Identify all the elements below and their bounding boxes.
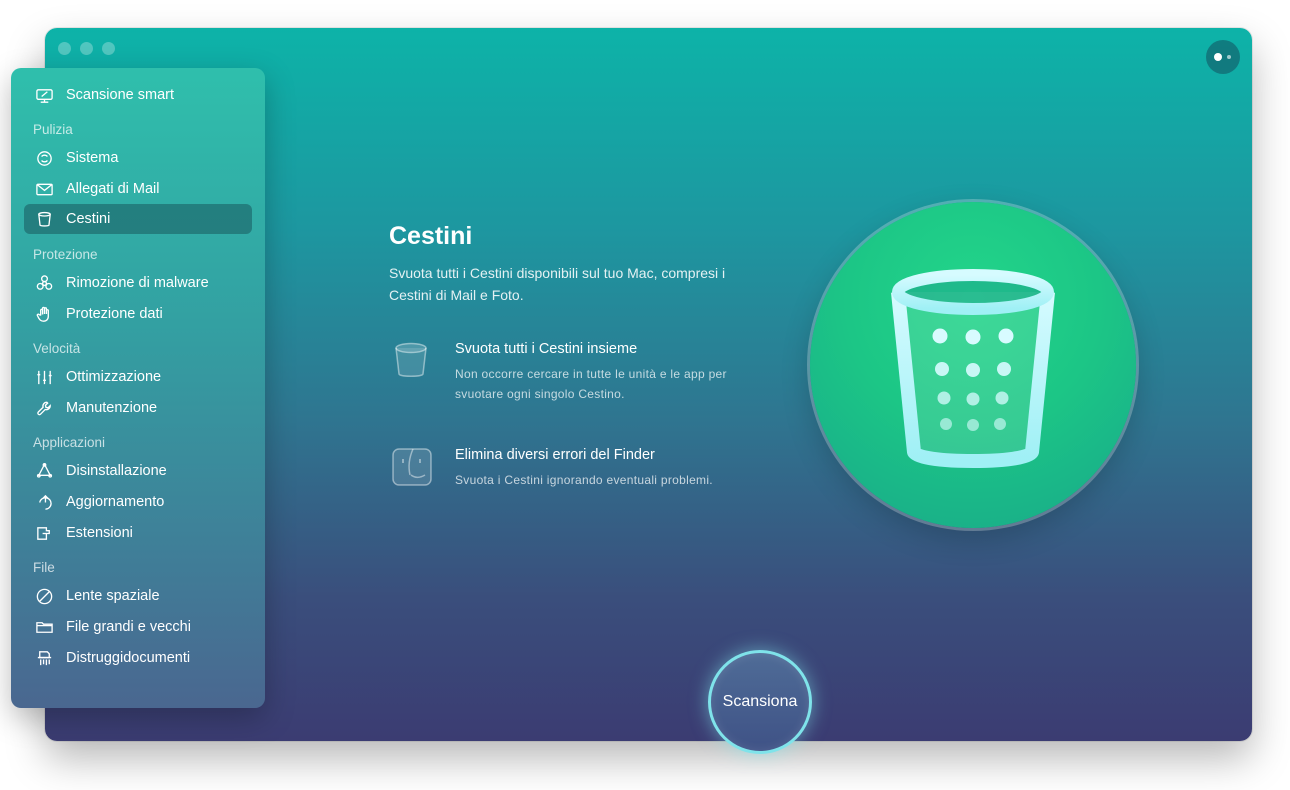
biohazard-icon — [33, 272, 55, 294]
trash-icon — [33, 208, 55, 230]
feature-title: Svuota tutti i Cestini insieme — [455, 341, 638, 357]
sidebar-item-uninstaller[interactable]: Disinstallazione — [24, 456, 252, 486]
trash-icon — [891, 269, 1055, 468]
sidebar-item-label: Ottimizzazione — [66, 369, 162, 385]
sliders-icon — [33, 366, 55, 388]
sidebar-item-malware-removal[interactable]: Rimozione di malware — [24, 268, 252, 298]
sidebar-item-space-lens[interactable]: Lente spaziale — [24, 581, 252, 611]
minimize-window-button[interactable] — [80, 42, 93, 55]
sidebar-item-updater[interactable]: Aggiornamento — [24, 487, 252, 517]
window-controls — [58, 42, 115, 55]
sidebar-item-system[interactable]: Sistema — [24, 143, 252, 173]
system-icon — [33, 147, 55, 169]
sidebar-item-label: Cestini — [66, 211, 111, 227]
section-title-applications: Applicazioni — [33, 435, 106, 450]
sidebar-item-label: Lente spaziale — [66, 588, 160, 604]
trash-icon — [391, 339, 433, 381]
page-description: Svuota tutti i Cestini disponibili sul t… — [389, 265, 726, 303]
extensions-icon — [33, 522, 55, 544]
sidebar-item-optimization[interactable]: Ottimizzazione — [24, 362, 252, 392]
feature-title: Elimina diversi errori del Finder — [455, 447, 655, 463]
sidebar-item-label: Manutenzione — [66, 400, 158, 416]
sidebar-item-label: Distruggidocumenti — [66, 650, 191, 666]
sidebar: Scansione smart Pulizia Sistema Allegati… — [11, 68, 265, 708]
shredder-icon — [33, 647, 55, 669]
feature-subtitle: Svuota i Cestini ignorando eventuali pro… — [455, 473, 713, 487]
sidebar-item-label: Estensioni — [66, 525, 133, 541]
page-title: Cestini — [389, 222, 473, 250]
sidebar-item-label: Protezione dati — [66, 306, 163, 322]
wrench-icon — [33, 397, 55, 419]
sidebar-item-smart-scan[interactable]: Scansione smart — [24, 80, 252, 110]
sidebar-item-label: Scansione smart — [66, 87, 174, 103]
mail-icon — [33, 178, 55, 200]
uninstall-icon — [33, 460, 55, 482]
sidebar-item-data-protection[interactable]: Protezione dati — [24, 299, 252, 329]
trash-illustration — [810, 202, 1136, 528]
scan-button[interactable]: Scansiona — [708, 650, 812, 754]
sidebar-item-label: Disinstallazione — [66, 463, 167, 479]
sidebar-item-label: File grandi e vecchi — [66, 619, 191, 635]
monitor-icon — [33, 84, 55, 106]
update-icon — [33, 491, 55, 513]
lens-icon — [33, 585, 55, 607]
sidebar-item-label: Rimozione di malware — [66, 275, 209, 291]
section-title-files: File — [33, 560, 55, 575]
close-window-button[interactable] — [58, 42, 71, 55]
assistant-button[interactable] — [1206, 40, 1240, 74]
feature-subtitle: Non occorre cercare in tutte le unità e … — [455, 367, 727, 401]
sidebar-item-trash[interactable]: Cestini — [24, 204, 252, 234]
section-title-cleanup: Pulizia — [33, 122, 73, 137]
sidebar-item-mail-attachments[interactable]: Allegati di Mail — [24, 174, 252, 204]
sidebar-item-label: Aggiornamento — [66, 494, 165, 510]
sidebar-item-shredder[interactable]: Distruggidocumenti — [24, 643, 252, 673]
sidebar-item-label: Allegati di Mail — [66, 181, 160, 197]
sidebar-item-large-old-files[interactable]: File grandi e vecchi — [24, 612, 252, 642]
section-title-protection: Protezione — [33, 247, 98, 262]
sidebar-item-maintenance[interactable]: Manutenzione — [24, 393, 252, 423]
section-title-speed: Velocità — [33, 341, 81, 356]
folder-icon — [33, 616, 55, 638]
finder-icon — [391, 447, 433, 489]
sidebar-item-extensions[interactable]: Estensioni — [24, 518, 252, 548]
sidebar-item-label: Sistema — [66, 150, 119, 166]
hand-icon — [33, 303, 55, 325]
zoom-window-button[interactable] — [102, 42, 115, 55]
